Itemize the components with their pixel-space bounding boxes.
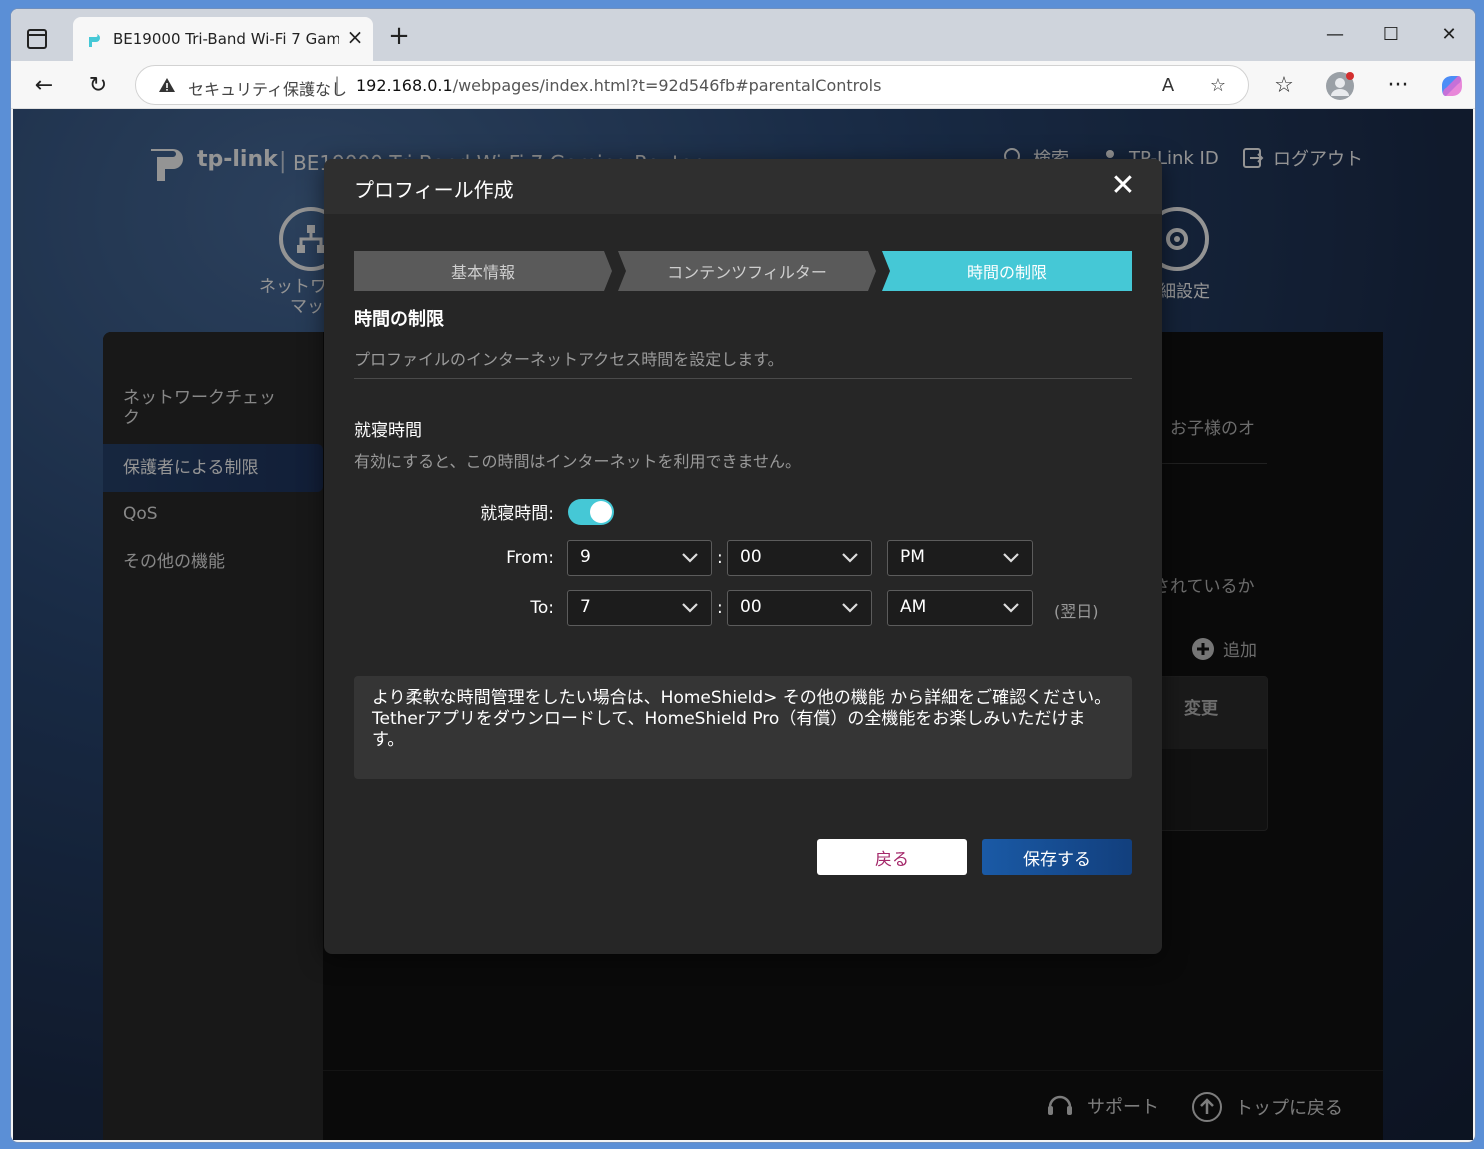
step-content-filter: コンテンツフィルター xyxy=(618,251,876,291)
profile-avatar[interactable] xyxy=(1323,69,1357,103)
create-profile-modal: プロフィール作成 ✕ 基本情報 コンテンツフィルター 時間の制限 時間の制限 プ… xyxy=(324,159,1162,954)
tab-close-icon[interactable]: × xyxy=(343,25,367,49)
back-button[interactable]: 戻る xyxy=(817,839,967,875)
bedtime-description: 有効にすると、この時間はインターネットを利用できません。 xyxy=(354,452,802,471)
to-hour-select[interactable]: 7 xyxy=(567,590,712,626)
tab-strip: BE19000 Tri-Band Wi-Fi 7 Gaming × + — ☐ … xyxy=(11,9,1475,61)
new-tab-icon[interactable]: + xyxy=(385,23,413,51)
warning-icon xyxy=(159,78,175,92)
chevron-down-icon xyxy=(682,553,698,563)
modal-header: プロフィール作成 ✕ xyxy=(324,159,1162,214)
to-ampm-select[interactable]: AM xyxy=(887,590,1033,626)
tplink-favicon-icon xyxy=(86,34,100,47)
bedtime-title: 就寝時間 xyxy=(354,421,422,441)
browser-toolbar: ← ↻ セキュリティ保護なし | 192.168.0.1/webpages/in… xyxy=(11,61,1475,109)
address-separator: | xyxy=(334,74,341,95)
to-label: To: xyxy=(530,598,554,618)
chevron-down-icon xyxy=(842,553,858,563)
copilot-icon[interactable] xyxy=(1435,69,1469,103)
tab-title: BE19000 Tri-Band Wi-Fi 7 Gaming xyxy=(113,30,339,48)
step-basic-info: 基本情報 xyxy=(354,251,612,291)
reload-icon[interactable]: ↻ xyxy=(81,69,115,103)
back-arrow-icon[interactable]: ← xyxy=(27,69,61,103)
minimize-icon[interactable]: — xyxy=(1315,23,1355,47)
address-bar[interactable]: セキュリティ保護なし | 192.168.0.1/webpages/index.… xyxy=(135,65,1249,105)
section-title: 時間の制限 xyxy=(354,309,444,330)
modal-title: プロフィール作成 xyxy=(354,178,514,202)
chevron-down-icon xyxy=(1003,553,1019,563)
section-divider xyxy=(354,378,1132,379)
more-menu-icon[interactable]: ··· xyxy=(1381,69,1415,103)
favorite-star-icon[interactable]: ☆ xyxy=(1206,74,1230,98)
chevron-down-icon xyxy=(682,603,698,613)
browser-window: BE19000 Tri-Band Wi-Fi 7 Gaming × + — ☐ … xyxy=(10,8,1476,1143)
from-minute-select[interactable]: 00 xyxy=(727,540,872,576)
bedtime-toggle[interactable] xyxy=(568,499,614,525)
step-time-limits: 時間の制限 xyxy=(882,251,1132,291)
url-text: 192.168.0.1/webpages/index.html?t=92d546… xyxy=(356,76,882,95)
time-colon: : xyxy=(717,598,723,618)
from-ampm-select[interactable]: PM xyxy=(887,540,1033,576)
save-button[interactable]: 保存する xyxy=(982,839,1132,875)
chevron-down-icon xyxy=(842,603,858,613)
from-label: From: xyxy=(506,548,554,568)
browser-tab[interactable]: BE19000 Tri-Band Wi-Fi 7 Gaming × xyxy=(73,17,373,61)
info-box: より柔軟な時間管理をしたい場合は、HomeShield> その他の機能 から詳細… xyxy=(354,676,1132,779)
read-aloud-icon[interactable]: A xyxy=(1156,74,1180,98)
step-indicator: 基本情報 コンテンツフィルター 時間の制限 xyxy=(354,251,1132,291)
tab-actions-icon[interactable] xyxy=(27,29,47,49)
security-label: セキュリティ保護なし xyxy=(188,80,348,99)
section-description: プロファイルのインターネットアクセス時間を設定します。 xyxy=(354,350,784,369)
window-close-icon[interactable]: ✕ xyxy=(1429,23,1469,47)
chevron-down-icon xyxy=(1003,603,1019,613)
favorites-icon[interactable]: ☆ xyxy=(1267,69,1301,103)
page-viewport: tp-link | BE19000 Tri-Band Wi-Fi 7 Gamin… xyxy=(13,109,1473,1140)
modal-close-icon[interactable]: ✕ xyxy=(1106,169,1140,203)
maximize-icon[interactable]: ☐ xyxy=(1371,23,1411,47)
from-hour-select[interactable]: 9 xyxy=(567,540,712,576)
next-day-label: (翌日) xyxy=(1054,602,1099,621)
bedtime-toggle-label: 就寝時間: xyxy=(480,504,554,524)
time-colon: : xyxy=(717,548,723,568)
to-minute-select[interactable]: 00 xyxy=(727,590,872,626)
